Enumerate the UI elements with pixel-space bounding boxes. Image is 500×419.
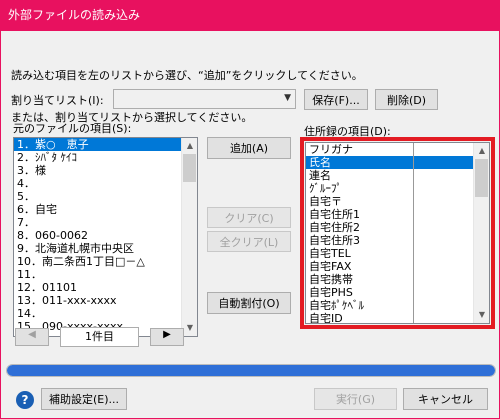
target-list-item[interactable]: フリガナ: [306, 143, 489, 156]
add-button[interactable]: 追加(A): [207, 137, 291, 159]
save-button[interactable]: 保存(F)...: [304, 89, 368, 110]
assign-list-label: 割り当てリスト(I):: [11, 94, 104, 107]
source-scrollbar[interactable]: ▲ ▼: [181, 138, 197, 336]
column-divider: [413, 143, 414, 323]
source-items: 1．紫○ 恵子 2．ｼﾊﾞﾀ ｹｲｺ 3．様 4． 5． 6．自宅 7． 8．060-0062…: [14, 138, 197, 333]
target-list-item[interactable]: 自宅TEL: [306, 247, 489, 260]
source-list-item[interactable]: 1．紫○ 恵子: [14, 138, 197, 151]
source-listbox[interactable]: 1．紫○ 恵子 2．ｼﾊﾞﾀ ｹｲｺ 3．様 4． 5． 6．自宅 7． 8．060-0062…: [13, 137, 198, 337]
assign-list-combo[interactable]: ▼: [113, 89, 296, 109]
target-list-item[interactable]: 自宅ID: [306, 312, 489, 323]
right-triangle-icon: ▶: [163, 329, 171, 340]
record-indicator-text: 1件目: [85, 330, 114, 343]
source-list-item[interactable]: 12．01101: [14, 281, 197, 294]
question-mark-icon[interactable]: ?: [16, 391, 34, 409]
record-indicator: 1件目: [60, 327, 139, 347]
dialog-body: 読み込む項目を左のリストから選び、“追加”をクリックしてください。 または、割り…: [0, 31, 500, 419]
source-list-label: 元のファイルの項目(S):: [13, 122, 132, 135]
source-list-item[interactable]: 2．ｼﾊﾞﾀ ｹｲｺ: [14, 151, 197, 164]
chevron-down-icon: ▼: [284, 93, 291, 103]
scroll-thumb[interactable]: [183, 154, 196, 182]
progress-fill: [7, 365, 495, 376]
target-list-item[interactable]: 氏名: [306, 156, 489, 169]
source-list-item[interactable]: 6．自宅: [14, 203, 197, 216]
scroll-down-icon[interactable]: ▼: [182, 320, 197, 336]
source-list-item[interactable]: 8．060-0062: [14, 229, 197, 242]
clear-all-button[interactable]: 全クリア(L): [207, 231, 291, 252]
target-list-item[interactable]: 自宅ﾎﾟｹﾍﾞﾙ: [306, 299, 489, 312]
title-bar: 外部ファイルの読み込み: [0, 0, 500, 31]
target-list-item[interactable]: 自宅FAX: [306, 260, 489, 273]
target-list-item[interactable]: ｸﾞﾙｰﾌﾟ: [306, 182, 489, 195]
target-scrollbar[interactable]: ▲ ▼: [473, 143, 489, 323]
source-list-item[interactable]: 4．: [14, 177, 197, 190]
cancel-button[interactable]: キャンセル: [403, 388, 488, 410]
scroll-up-icon[interactable]: ▲: [182, 138, 197, 154]
target-list-item[interactable]: 自宅携帯: [306, 273, 489, 286]
target-list-item[interactable]: 自宅住所1: [306, 208, 489, 221]
aux-settings-button[interactable]: 補助設定(E)...: [41, 388, 127, 410]
target-list-item[interactable]: 自宅住所2: [306, 221, 489, 234]
progress-bar: [6, 364, 496, 377]
source-list-item[interactable]: 13．011-xxx-xxxx: [14, 294, 197, 307]
scroll-up-icon[interactable]: ▲: [474, 143, 489, 159]
instruction-line-1: 読み込む項目を左のリストから選び、“追加”をクリックしてください。: [11, 69, 363, 82]
left-triangle-icon: ◀: [28, 329, 36, 340]
source-list-item[interactable]: 7．: [14, 216, 197, 229]
delete-button[interactable]: 削除(D): [375, 89, 438, 110]
scroll-down-icon[interactable]: ▼: [474, 307, 489, 323]
clear-button[interactable]: クリア(C): [207, 207, 291, 228]
window-title: 外部ファイルの読み込み: [8, 8, 141, 22]
target-listbox[interactable]: フリガナ 氏名 連名 ｸﾞﾙｰﾌﾟ 自宅〒 自宅住所1 自宅住所2 自宅住所3 自宅TEL 自宅F…: [305, 142, 490, 324]
source-list-item[interactable]: 11．: [14, 268, 197, 281]
target-list-item[interactable]: 自宅〒: [306, 195, 489, 208]
auto-assign-button[interactable]: 自動割付(O): [207, 292, 291, 314]
source-list-item[interactable]: 5．: [14, 190, 197, 203]
target-highlight-frame: フリガナ 氏名 連名 ｸﾞﾙｰﾌﾟ 自宅〒 自宅住所1 自宅住所2 自宅住所3 自宅TEL 自宅F…: [300, 137, 495, 329]
target-list-item[interactable]: 連名: [306, 169, 489, 182]
source-list-item[interactable]: 9．北海道札幌市中央区: [14, 242, 197, 255]
next-record-button[interactable]: ▶: [150, 328, 184, 346]
source-list-item[interactable]: 10．南二条西1丁目□－△: [14, 255, 197, 268]
target-items: フリガナ 氏名 連名 ｸﾞﾙｰﾌﾟ 自宅〒 自宅住所1 自宅住所2 自宅住所3 自宅TEL 自宅F…: [306, 143, 489, 323]
target-list-item[interactable]: 自宅住所3: [306, 234, 489, 247]
source-list-item[interactable]: 3．様: [14, 164, 197, 177]
target-list-item[interactable]: 自宅PHS: [306, 286, 489, 299]
scroll-thumb[interactable]: [475, 159, 488, 197]
prev-record-button[interactable]: ◀: [15, 328, 49, 346]
source-list-item[interactable]: 14．: [14, 307, 197, 320]
execute-button[interactable]: 実行(G): [314, 388, 397, 410]
